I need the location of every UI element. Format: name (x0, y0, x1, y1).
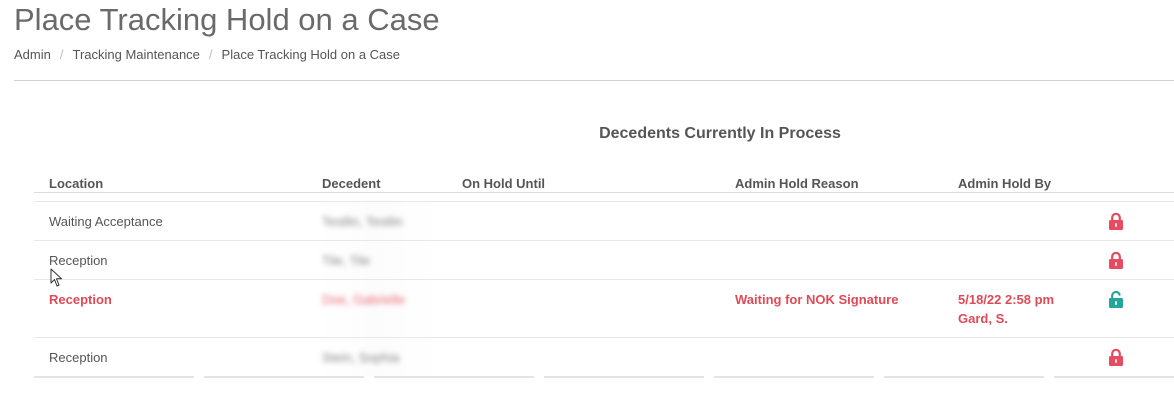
column-header-location[interactable]: Location (49, 174, 103, 193)
unlock-icon-glyph (1109, 290, 1123, 308)
table-row[interactable]: Waiting Acceptance Testlin, Testlin (34, 202, 1174, 241)
table-row-on-hold[interactable]: Reception Doe, Gabrielle Waiting for NOK… (34, 280, 1174, 338)
hold-by-date: 5/18/22 2:58 pm (958, 292, 1055, 307)
decedent-cell: Testlin, Testlin (322, 214, 403, 229)
breadcrumb-tracking-maintenance[interactable]: Tracking Maintenance (72, 47, 199, 62)
unlock-icon[interactable] (1108, 290, 1124, 309)
lock-icon[interactable] (1108, 348, 1124, 367)
breadcrumb-current-page: Place Tracking Hold on a Case (221, 47, 401, 62)
column-header-decedent[interactable]: Decedent (322, 174, 381, 193)
table-row[interactable]: Reception Tile, Tile (34, 241, 1174, 280)
location-cell: Waiting Acceptance (49, 214, 163, 229)
lock-icon[interactable] (1108, 251, 1124, 270)
decedents-table: Location Decedent On Hold Until Admin Ho… (34, 170, 1174, 377)
table-bottom-border (34, 376, 1174, 378)
table-row[interactable]: Reception Stein, Sophia (34, 338, 1174, 377)
header-divider (14, 80, 1174, 81)
lock-icon-glyph (1109, 212, 1123, 230)
column-header-on-hold-until[interactable]: On Hold Until (462, 174, 545, 193)
breadcrumb-separator: / (59, 47, 64, 62)
lock-icon[interactable] (1108, 212, 1124, 231)
breadcrumb: Admin / Tracking Maintenance / Place Trackin… (14, 47, 400, 62)
mouse-cursor-icon (50, 268, 62, 287)
table-header: Location Decedent On Hold Until Admin Ho… (34, 170, 1174, 193)
lock-icon-glyph (1109, 251, 1123, 269)
header-spacer (34, 193, 1174, 202)
admin-hold-reason-cell: Waiting for NOK Signature (735, 292, 899, 307)
decedent-cell: Tile, Tile (322, 253, 370, 268)
location-cell: Reception (49, 350, 108, 365)
decedent-cell: Stein, Sophia (322, 350, 400, 365)
decedent-cell: Doe, Gabrielle (322, 292, 406, 307)
column-header-admin-hold-by[interactable]: Admin Hold By (958, 174, 1051, 193)
page-title: Place Tracking Hold on a Case (14, 2, 440, 37)
column-header-admin-hold-reason[interactable]: Admin Hold Reason (735, 174, 859, 193)
table-title: Decedents Currently In Process (599, 125, 841, 142)
location-cell: Reception (49, 292, 112, 307)
breadcrumb-admin[interactable]: Admin (14, 47, 51, 62)
lock-icon-glyph (1109, 348, 1123, 366)
breadcrumb-separator: / (208, 47, 213, 62)
hold-by-name: Gard, S. (958, 311, 1008, 326)
admin-hold-by-cell: 5/18/22 2:58 pm Gard, S. (958, 290, 1054, 328)
